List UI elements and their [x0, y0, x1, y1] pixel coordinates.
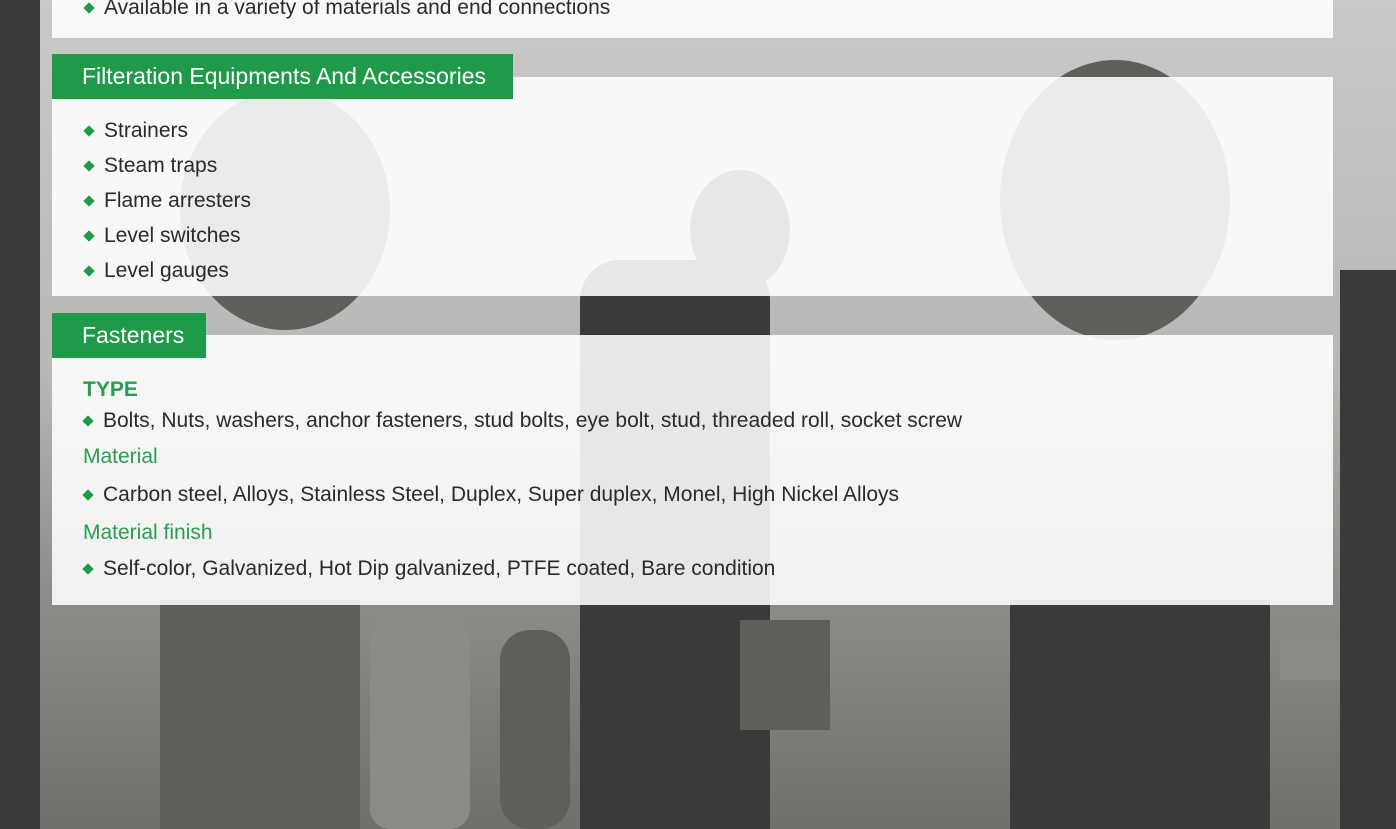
- diamond-bullet-icon: [83, 194, 95, 207]
- diamond-bullet-icon: [83, 2, 95, 14]
- type-list: Bolts, Nuts, washers, anchor fasteners, …: [82, 405, 963, 437]
- list-item: Strainers: [83, 113, 251, 148]
- fasteners-title: Fasteners: [52, 313, 207, 358]
- list-item: Carbon steel, Alloys, Stainless Steel, D…: [82, 479, 900, 511]
- list-item: Flame arresters: [83, 183, 252, 218]
- center-valve: [740, 620, 830, 730]
- list-item-text: Bolts, Nuts, washers, anchor fasteners, …: [103, 409, 963, 432]
- list-item-text: Available in a variety of materials and …: [104, 0, 611, 19]
- finish-list: Self-color, Galvanized, Hot Dip galvaniz…: [82, 553, 776, 585]
- top-list: Available in a variety of materials and …: [83, 0, 611, 22]
- list-item-text: Carbon steel, Alloys, Stainless Steel, D…: [103, 483, 900, 506]
- diamond-bullet-icon: [82, 489, 94, 501]
- filtration-list: Strainers Steam traps Flame arresters Le…: [83, 113, 252, 288]
- diamond-bullet-icon: [82, 415, 94, 427]
- list-item: Available in a variety of materials and …: [83, 0, 611, 22]
- list-item-text: Self-color, Galvanized, Hot Dip galvaniz…: [103, 557, 776, 580]
- list-item: Level switches: [83, 218, 251, 253]
- valve-base-left: [160, 600, 360, 829]
- list-item: Steam traps: [83, 148, 251, 183]
- material-list: Carbon steel, Alloys, Stainless Steel, D…: [82, 479, 900, 511]
- material-heading: Material: [83, 445, 158, 468]
- list-item: Level gauges: [83, 253, 251, 288]
- list-item: Self-color, Galvanized, Hot Dip galvaniz…: [82, 553, 776, 585]
- diamond-bullet-icon: [83, 159, 95, 172]
- type-heading: TYPE: [83, 378, 138, 401]
- list-item-text: Strainers: [104, 119, 189, 142]
- valve-base-right: [1010, 600, 1270, 829]
- list-item-text: Steam traps: [104, 154, 218, 177]
- list-item-text: Level switches: [104, 224, 241, 247]
- list-item: Bolts, Nuts, washers, anchor fasteners, …: [82, 405, 963, 437]
- finish-heading: Material finish: [83, 521, 213, 544]
- list-item-text: Flame arresters: [104, 189, 252, 212]
- filtration-title: Filteration Equipments And Accessories: [52, 54, 513, 99]
- diamond-bullet-icon: [83, 229, 95, 242]
- list-item-text: Level gauges: [104, 259, 229, 282]
- pipe-bend: [500, 630, 570, 829]
- diamond-bullet-icon: [83, 124, 95, 137]
- diamond-bullet-icon: [83, 264, 95, 277]
- tank-left: [370, 620, 470, 829]
- diamond-bullet-icon: [82, 563, 94, 575]
- left-pipe: [0, 0, 40, 829]
- right-lever: [1340, 270, 1396, 829]
